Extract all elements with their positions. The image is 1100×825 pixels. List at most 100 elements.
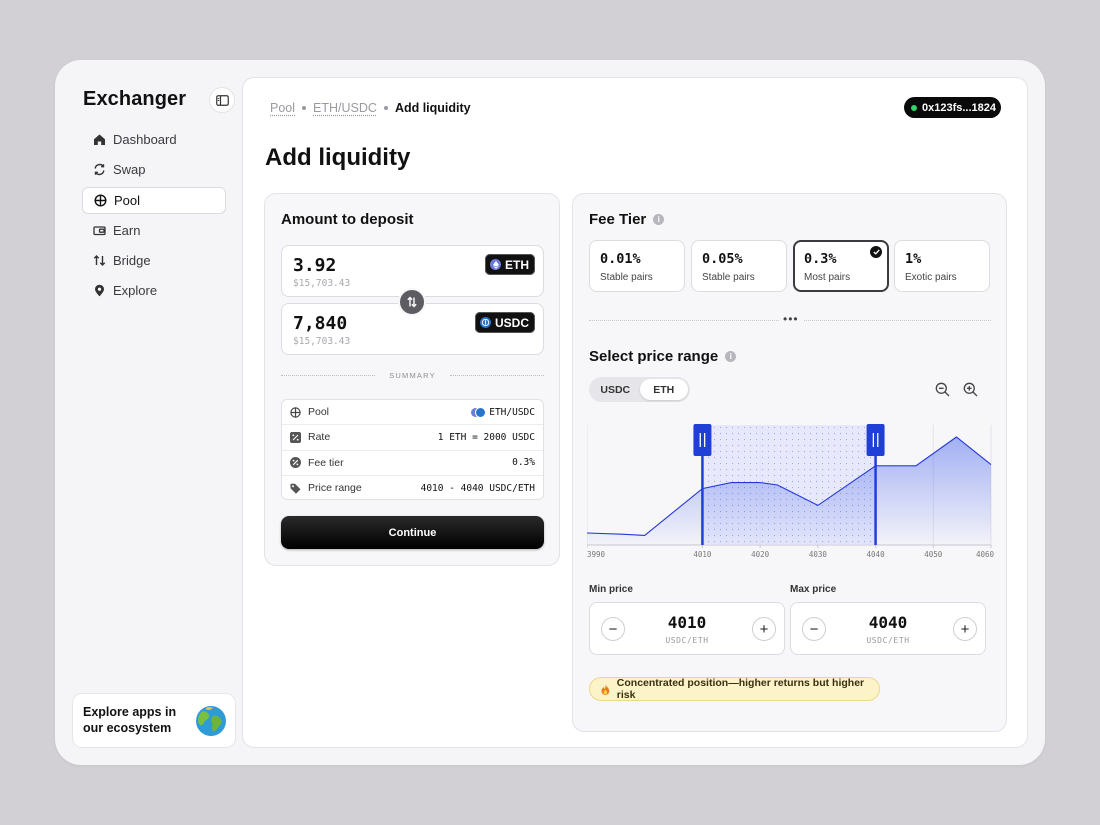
summary-row-fee-tier: Fee tier 0.3% [282,451,543,476]
token-a-usd-value: $15,703.43 [293,278,351,289]
eth-icon [490,259,501,270]
sidebar-toggle-button[interactable] [209,87,235,113]
breadcrumb-pair-link[interactable]: ETH/USDC [313,101,377,115]
summary-row-pool: Pool ETH/USDC [282,400,543,426]
more-dots-icon: ••• [779,313,803,325]
sidebar-item-pool[interactable]: Pool [82,186,226,214]
page-title: Add liquidity [265,144,411,171]
summary-row-rate: Rate 1 ETH = 2000 USDC [282,425,543,451]
zoom-in-icon[interactable] [963,382,978,397]
sidebar-toggle-icon [215,94,229,106]
sidebar-item-explore[interactable]: Explore [82,277,226,304]
max-price-input[interactable]: − 4040 USDC/ETH + [790,602,986,655]
token-b-usd-value: $15,703.43 [293,336,351,347]
summary-row-value: 0.3% [512,457,535,469]
rate-icon [290,431,301,443]
toggle-usdc[interactable]: USDC [591,379,640,400]
sidebar-item-swap[interactable]: Swap [82,156,226,183]
swap-arrows-icon [407,296,417,308]
earn-icon [93,226,106,236]
sidebar-item-earn[interactable]: Earn [82,217,226,244]
breadcrumb-separator [302,106,307,110]
fee-tier-option-0-05[interactable]: 0.05% Stable pairs [691,240,787,292]
explore-apps-card[interactable]: Explore apps in our ecosystem [72,693,236,748]
sidebar-item-label: Bridge [113,253,151,269]
token-b-selector[interactable]: USDC [474,312,535,333]
max-price-label: Max price [790,584,837,595]
wallet-button[interactable]: 0x123fs...1824 [904,97,1001,118]
info-icon[interactable]: i [725,351,737,362]
x-tick-label: 4010 [693,550,712,559]
x-tick-label: 4060 [976,550,995,559]
explore-apps-text: Explore apps in our ecosystem [83,705,177,735]
continue-button[interactable]: Continue [281,516,544,549]
swap-tokens-button[interactable] [398,288,426,316]
pair-icon [470,406,487,418]
sidebar-item-bridge[interactable]: Bridge [82,247,226,274]
breadcrumb-pool-link[interactable]: Pool [270,101,295,115]
fee-tier-option-0-3[interactable]: 0.3% Most pairs [793,240,889,292]
pool-icon [290,406,301,418]
token-b-amount[interactable]: 7,840 [293,313,347,334]
fee-tier-description: Stable pairs [600,272,653,283]
info-icon[interactable]: i [653,214,665,225]
x-tick-label: 4030 [809,550,828,559]
risk-warning-text: Concentrated position—higher returns but… [616,677,865,701]
sidebar-item-dashboard[interactable]: Dashboard [82,126,226,153]
wallet-address: 0x123fs...1824 [922,101,997,114]
sidebar-item-label: Swap [113,162,146,178]
sidebar-nav: Dashboard Swap Pool Earn Bridge Explore [82,126,226,308]
x-tick-label: 3990 [587,550,606,559]
max-range-handle[interactable] [866,424,885,456]
fee-tier-percent: 0.01% [600,251,641,267]
summary-label: SUMMARY [389,371,436,380]
token-a-symbol: ETH [505,257,529,272]
app-window: Exchanger Dashboard Swap Pool Earn Bridg… [55,60,1045,765]
token-a-amount[interactable]: 3.92 [293,255,336,276]
summary-row-value: ETH/USDC [470,406,535,418]
summary-row-label: Fee tier [308,456,344,469]
fee-tier-percent: 0.05% [702,251,743,267]
summary-row-value: 4010 - 4040 USDC/ETH [420,482,535,494]
min-price-label: Min price [589,584,633,595]
max-price-increment-button[interactable]: + [953,617,977,641]
summary-row-label: Price range [308,482,362,495]
deposit-panel: Amount to deposit 3.92 $15,703.43 ETH 7,… [264,193,560,566]
fee-tier-description: Exotic pairs [905,272,957,283]
breadcrumb-separator [383,106,388,110]
tag-icon [290,483,301,494]
home-icon [94,134,105,145]
location-pin-icon [95,285,104,297]
toggle-eth[interactable]: ETH [639,379,688,400]
price-range-title: Select price range i [589,348,737,365]
min-range-handle[interactable] [693,424,712,456]
min-price-input[interactable]: − 4010 USDC/ETH + [589,602,785,655]
min-price-increment-button[interactable]: + [752,617,776,641]
fee-tier-percent: 1% [905,251,922,267]
wallet-status-dot [911,104,917,111]
fee-tier-description: Stable pairs [702,272,755,283]
fee-tier-title: Fee Tier i [589,211,665,228]
sidebar-item-label: Dashboard [113,132,177,147]
price-range-chart[interactable]: 3990 4010 4020 4030 4040 4050 4060 [587,420,997,565]
fee-tier-description: Most pairs [804,272,851,283]
risk-warning-badge: Concentrated position—higher returns but… [589,677,880,701]
percent-icon [290,457,301,469]
fee-tier-option-1[interactable]: 1% Exotic pairs [894,240,990,292]
breadcrumb: Pool ETH/USDC Add liquidity [270,101,471,115]
fee-and-range-panel: Fee Tier i 0.01% Stable pairs 0.05% Stab… [572,193,1007,732]
summary-table: Pool ETH/USDC Rate 1 ETH = 2000 USDC Fee… [281,399,544,500]
bridge-icon [93,255,106,267]
fire-icon [601,683,610,695]
summary-row-label: Rate [308,431,331,444]
zoom-out-icon[interactable] [935,382,950,397]
summary-row-value: 1 ETH = 2000 USDC [437,431,535,443]
x-tick-label: 4040 [867,550,886,559]
x-tick-label: 4050 [924,550,943,559]
token-a-selector[interactable]: ETH [485,254,535,275]
x-tick-label: 4020 [751,550,770,559]
fee-tier-option-0-01[interactable]: 0.01% Stable pairs [589,240,685,292]
globe-icon [196,706,226,736]
fee-tier-percent: 0.3% [804,251,837,267]
checkmark-icon [870,246,882,258]
